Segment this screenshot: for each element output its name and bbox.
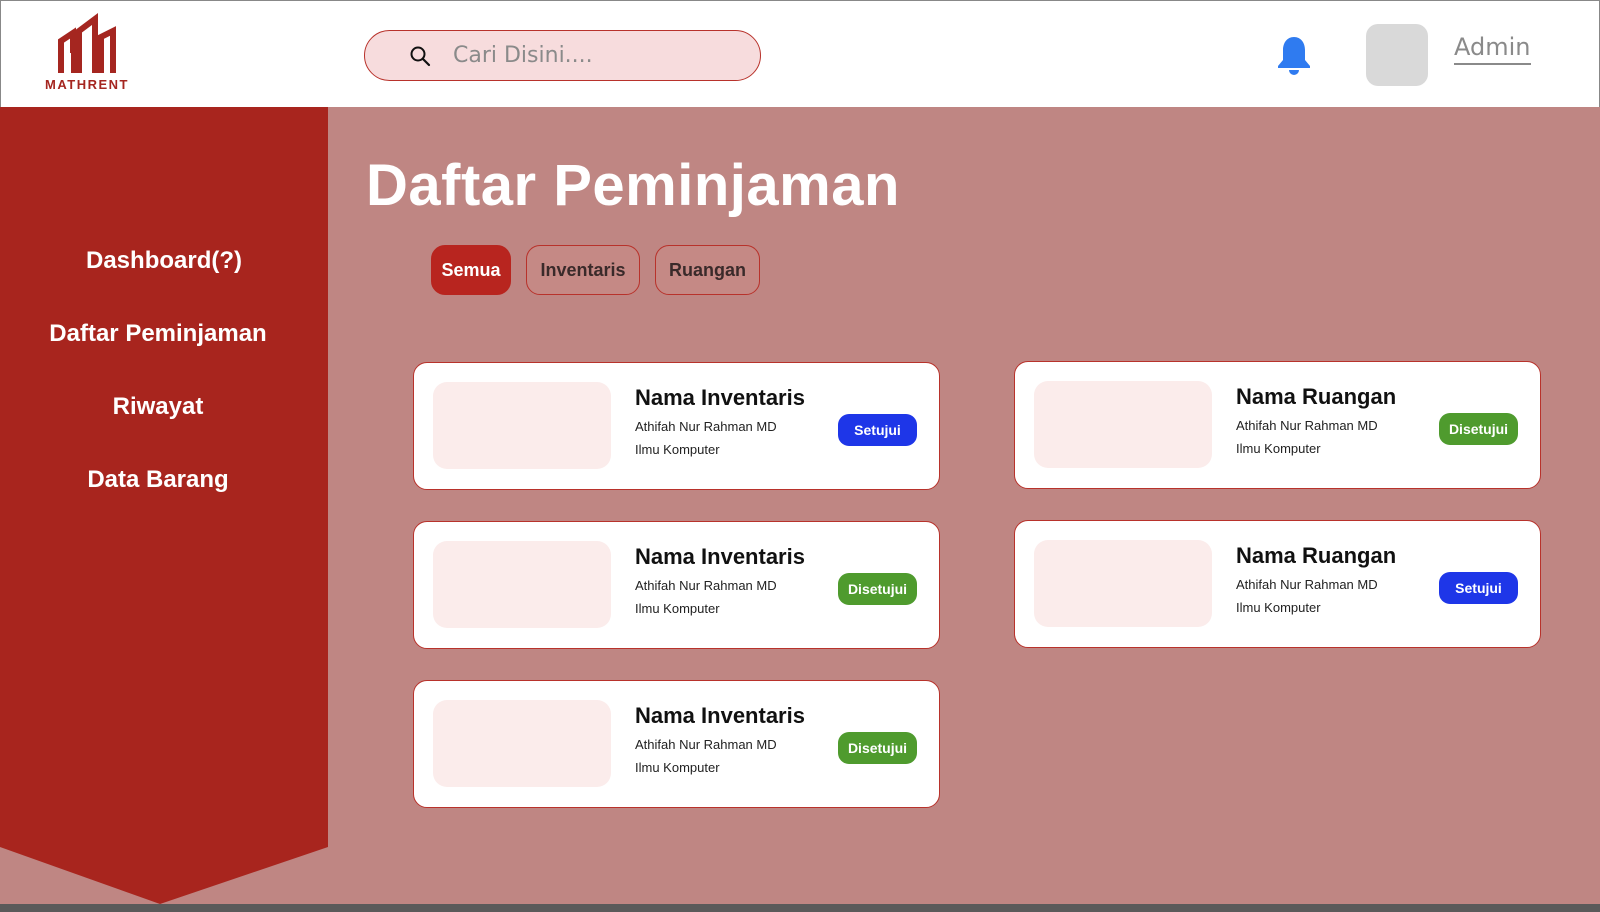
page-title: Daftar Peminjaman	[366, 153, 900, 218]
loan-card[interactable]: Nama Inventaris Athifah Nur Rahman MD Il…	[413, 680, 940, 808]
card-borrower-name: Athifah Nur Rahman MD	[1236, 577, 1378, 592]
card-thumbnail	[433, 541, 611, 628]
card-department: Ilmu Komputer	[1236, 441, 1321, 456]
card-borrower-name: Athifah Nur Rahman MD	[1236, 418, 1378, 433]
card-title: Nama Inventaris	[635, 703, 805, 728]
loan-card[interactable]: Nama Inventaris Athifah Nur Rahman MD Il…	[413, 362, 940, 490]
brand-name: MATHRENT	[45, 77, 129, 92]
card-department: Ilmu Komputer	[635, 442, 720, 457]
sidebar-item-riwayat[interactable]: Riwayat	[0, 393, 316, 421]
loan-card[interactable]: Nama Ruangan Athifah Nur Rahman MD Ilmu …	[1014, 361, 1541, 489]
approve-button[interactable]: Setujui	[1439, 572, 1518, 604]
approved-status-badge[interactable]: Disetujui	[838, 573, 917, 605]
avatar[interactable]	[1366, 24, 1428, 86]
card-borrower-name: Athifah Nur Rahman MD	[635, 578, 777, 593]
filter-tab-ruangan[interactable]: Ruangan	[655, 245, 760, 295]
sidebar: Dashboard(?) Daftar Peminjaman Riwayat D…	[0, 107, 328, 904]
bell-icon[interactable]	[1275, 35, 1313, 75]
sidebar-item-data-barang[interactable]: Data Barang	[0, 466, 316, 494]
building-logo-icon	[58, 13, 116, 73]
card-thumbnail	[433, 700, 611, 787]
card-thumbnail	[1034, 540, 1212, 627]
card-title: Nama Ruangan	[1236, 384, 1397, 409]
filter-tab-inventaris[interactable]: Inventaris	[526, 245, 640, 295]
card-thumbnail	[1034, 381, 1212, 468]
approved-status-badge[interactable]: Disetujui	[838, 732, 917, 764]
filter-tab-semua[interactable]: Semua	[431, 245, 511, 295]
search-icon[interactable]	[401, 37, 439, 75]
admin-user-link[interactable]: Admin	[1454, 33, 1531, 65]
approve-button[interactable]: Setujui	[838, 414, 917, 446]
sidebar-item-daftar-peminjaman[interactable]: Daftar Peminjaman	[0, 320, 316, 348]
card-thumbnail	[433, 382, 611, 469]
card-borrower-name: Athifah Nur Rahman MD	[635, 737, 777, 752]
search-bar[interactable]	[364, 30, 761, 81]
card-title: Nama Ruangan	[1236, 543, 1397, 568]
search-input[interactable]	[453, 43, 733, 68]
approved-status-badge[interactable]: Disetujui	[1439, 413, 1518, 445]
loan-card[interactable]: Nama Ruangan Athifah Nur Rahman MD Ilmu …	[1014, 520, 1541, 648]
sidebar-item-dashboard[interactable]: Dashboard(?)	[6, 247, 322, 275]
card-borrower-name: Athifah Nur Rahman MD	[635, 419, 777, 434]
card-department: Ilmu Komputer	[635, 601, 720, 616]
top-header: MATHRENT Admin	[0, 0, 1600, 107]
card-department: Ilmu Komputer	[1236, 600, 1321, 615]
card-department: Ilmu Komputer	[635, 760, 720, 775]
brand-logo[interactable]: MATHRENT	[41, 13, 133, 93]
card-title: Nama Inventaris	[635, 385, 805, 410]
app-window: MATHRENT Admin Dashboard(?) Daftar Pemin…	[0, 0, 1600, 904]
card-title: Nama Inventaris	[635, 544, 805, 569]
loan-card[interactable]: Nama Inventaris Athifah Nur Rahman MD Il…	[413, 521, 940, 649]
